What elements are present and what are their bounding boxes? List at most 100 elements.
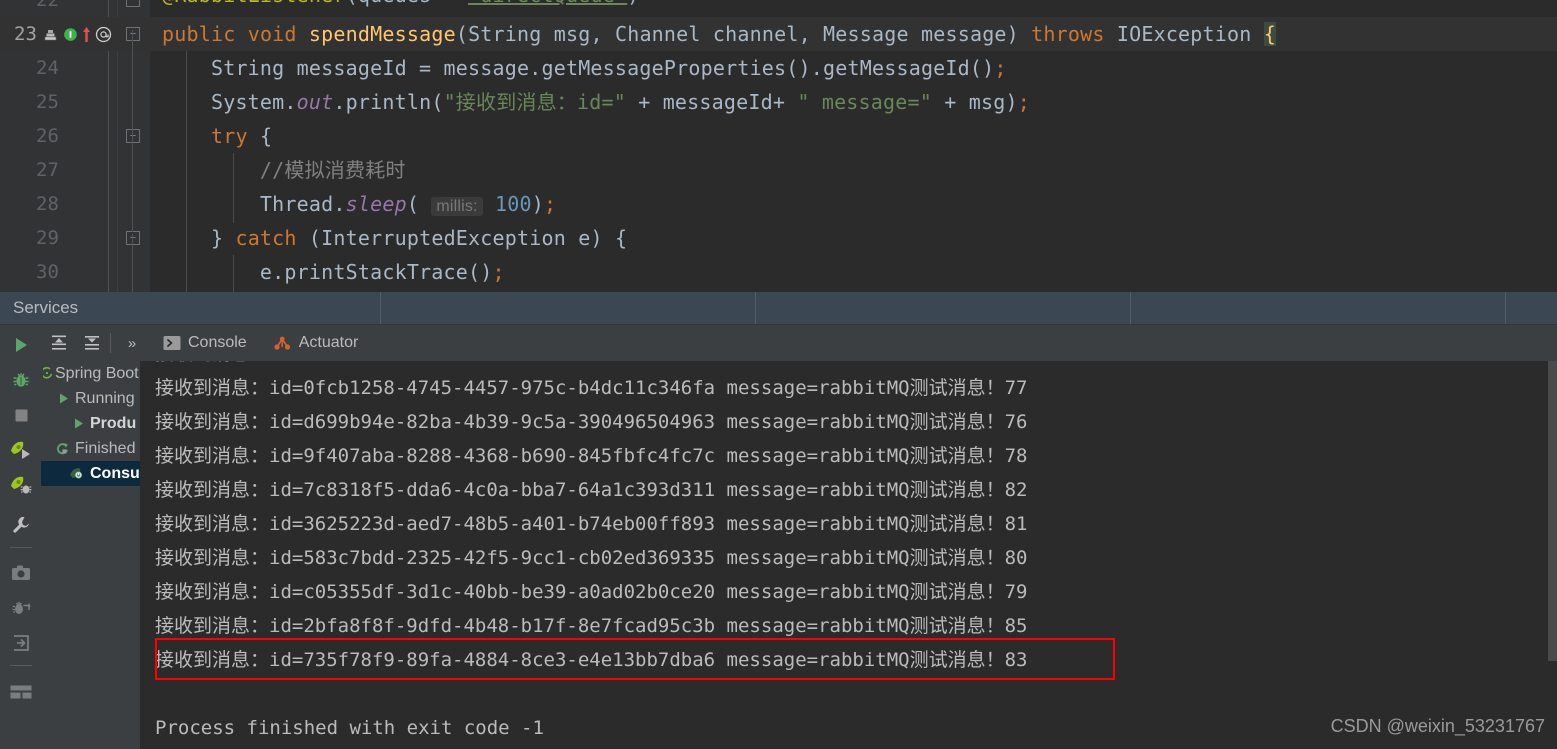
finished-service-icon	[69, 466, 89, 481]
tab-label: Actuator	[298, 334, 359, 351]
console-line-partial: 接收到消息：id=...	[155, 361, 338, 371]
override-method-icon[interactable]	[42, 26, 59, 43]
soft-wrap-icon	[85, 336, 99, 350]
fold-connector	[132, 132, 133, 232]
run-arrow-icon[interactable]	[82, 26, 91, 43]
console-line: 接收到消息：id=0fcb1258-4745-4457-975c-b4dc11c…	[155, 377, 1028, 399]
fold-connector	[132, 234, 133, 292]
code-line-23[interactable]: 23 − public void spendMessage(String msg…	[0, 17, 1557, 51]
run-green-arrow-icon	[72, 417, 88, 430]
console-line: 接收到消息：id=c05355df-3d1c-40bb-be39-a0ad02b…	[155, 581, 1028, 603]
scroll-to-end-button[interactable]	[45, 329, 73, 357]
annotation-icon[interactable]	[95, 26, 112, 43]
wrench-icon	[13, 516, 29, 533]
console-icon	[163, 335, 181, 351]
run-button[interactable]	[7, 331, 35, 359]
tree-item-label: Running	[75, 389, 135, 407]
line-number: 28	[36, 193, 59, 215]
layout-icon	[10, 685, 32, 699]
header-divider	[380, 292, 381, 325]
run-configuration-toolbar[interactable]	[0, 325, 41, 749]
fold-marker-icon[interactable]: −	[126, 27, 140, 41]
code-line-text: } catch (InterruptedException e) {	[162, 226, 628, 250]
line-number: 22	[36, 0, 59, 11]
code-line-22[interactable]: 22 − @RabbitListener(queues = "directQue…	[0, 0, 1557, 17]
attach-debugger-button[interactable]	[7, 594, 35, 622]
line-number-current: 23	[14, 23, 37, 45]
line-number: 27	[36, 159, 59, 181]
code-line-24[interactable]: 24 String messageId = message.getMessage…	[0, 51, 1557, 85]
code-line-25[interactable]: 25 System.out.println("接收到消息：id=" + mess…	[0, 85, 1557, 119]
tree-item-label: Finished	[75, 439, 136, 457]
rocket-debug-icon	[11, 476, 32, 494]
console-line: 接收到消息：id=583c7bdd-2325-42f5-9cc1-cb02ed3…	[155, 547, 1028, 569]
services-tool-window-header[interactable]: Services	[0, 292, 1557, 325]
tree-item-consumer[interactable]: Consu	[41, 461, 140, 486]
code-line-text: e.printStackTrace();	[162, 260, 505, 284]
line-number: 30	[36, 261, 59, 283]
console-output[interactable]: 接收到消息：id=... 接收到消息：id=0fcb1258-4745-4457…	[140, 361, 1557, 749]
layout-button[interactable]	[7, 678, 35, 706]
line-number: 29	[36, 227, 59, 249]
code-line-text: System.out.println("接收到消息：id=" + message…	[162, 90, 1030, 114]
console-line: 接收到消息：id=9f407aba-8288-4368-b690-845fbfc…	[155, 445, 1028, 467]
stop-button[interactable]	[7, 401, 35, 429]
settings-wrench-button[interactable]	[7, 511, 35, 539]
code-editor[interactable]: 22 − @RabbitListener(queues = "directQue…	[0, 0, 1557, 292]
code-line-text: try {	[210, 124, 273, 148]
header-divider	[1130, 292, 1131, 325]
header-divider	[755, 292, 756, 325]
header-divider	[1505, 292, 1506, 325]
debug-service-button[interactable]	[7, 471, 35, 499]
console-line: 接收到消息：id=7c8318f5-dda6-4c0a-bba7-64a1c39…	[155, 479, 1028, 501]
ide-window: 22 − @RabbitListener(queues = "directQue…	[0, 0, 1557, 749]
indent-guide	[233, 255, 234, 292]
services-tree[interactable]: Spring Boot Running Produ Finished Consu	[41, 361, 140, 749]
tree-item-spring-boot[interactable]: Spring Boot	[41, 361, 140, 386]
soft-wrap-button[interactable]	[78, 329, 106, 357]
tree-item-running[interactable]: Running	[41, 386, 140, 411]
code-line-text: String messageId = message.getMessagePro…	[162, 56, 1007, 80]
tree-item-finished[interactable]: Finished	[41, 436, 140, 461]
scroll-end-icon	[52, 335, 66, 350]
debug-button[interactable]	[7, 366, 35, 394]
code-line-29[interactable]: 29 − } catch (InterruptedException e) {	[0, 221, 1557, 255]
attach-debugger-icon	[12, 602, 31, 614]
console-line: 接收到消息：id=2bfa8f8f-9dfd-4b48-b17f-8e7fcad…	[155, 615, 1028, 637]
services-title: Services	[13, 298, 79, 317]
tree-item-label: Spring Boot	[55, 364, 139, 382]
rerun-green-icon	[55, 441, 73, 456]
code-line-26[interactable]: 26 − try {	[0, 119, 1557, 153]
line-number: 24	[36, 57, 59, 79]
actuator-icon	[273, 335, 292, 352]
toolbar-separator	[10, 547, 32, 548]
tab-label: Console	[188, 334, 247, 351]
tree-item-label: Produ	[90, 414, 137, 432]
watermark: CSDN @weixin_53231767	[1330, 716, 1545, 736]
breakpoint-icon[interactable]	[63, 27, 78, 42]
stop-square-icon	[15, 409, 27, 421]
console-top-edge	[140, 352, 1557, 361]
console-line: 接收到消息：id=d699b94e-82ba-4b39-9c5a-3904965…	[155, 411, 1028, 433]
fold-marker-icon[interactable]: −	[126, 129, 140, 143]
console-line: 接收到消息：id=3625223d-aed7-48b5-a401-b74eb00…	[155, 513, 1028, 535]
toolbar-separator	[110, 333, 111, 353]
process-exit-line: Process finished with exit code -1	[155, 717, 544, 739]
run-service-button[interactable]	[7, 436, 35, 464]
fold-marker-icon[interactable]: −	[126, 0, 140, 7]
tree-item-label: Consu	[90, 464, 140, 482]
code-line-text: public void spendMessage(String msg, Cha…	[162, 22, 1276, 46]
code-line-text: //模拟消费耗时	[162, 158, 406, 182]
code-line-text: Thread.sleep( millis: 100);	[162, 192, 557, 216]
play-green-icon	[16, 338, 27, 352]
parameter-hint: millis:	[431, 197, 483, 216]
fold-marker-icon[interactable]: −	[126, 231, 140, 245]
run-green-arrow-icon	[57, 392, 73, 405]
bug-green-icon	[13, 373, 29, 387]
rocket-run-icon	[11, 441, 30, 459]
gutter-icon-group[interactable]	[42, 17, 112, 51]
console-scrollbar[interactable]	[1548, 361, 1557, 661]
capture-memory-snapshot-button[interactable]	[7, 559, 35, 587]
tree-item-producer[interactable]: Produ	[41, 411, 140, 436]
